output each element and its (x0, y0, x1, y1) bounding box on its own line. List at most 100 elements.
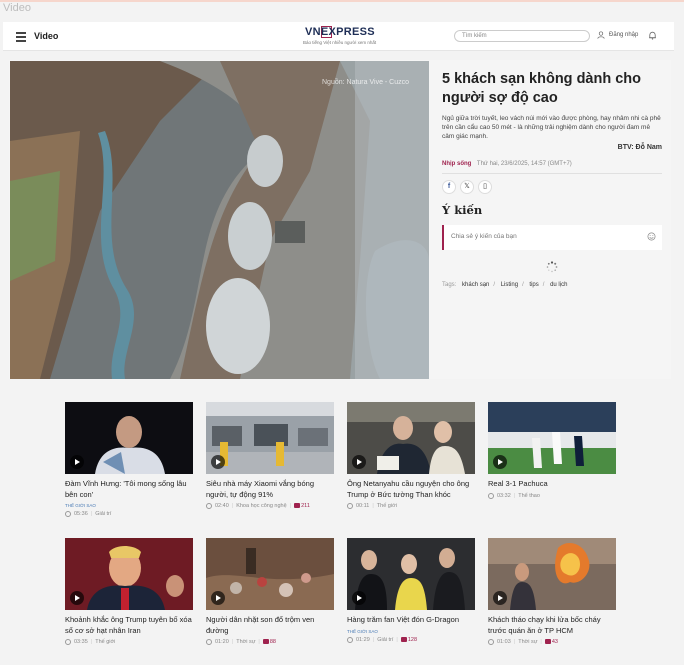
tag-link[interactable]: tips (529, 282, 538, 288)
video-title[interactable]: Siêu nhà máy Xiaomi vắng bóng người, tự … (206, 479, 334, 500)
article-timestamp: Thứ hai, 23/6/2025, 14:57 (GMT+7) (476, 161, 572, 167)
x-twitter-icon[interactable]: 𝕏 (460, 180, 474, 194)
video-title[interactable]: Đàm Vĩnh Hưng: 'Tôi mong sống lâu bên co… (65, 479, 193, 500)
share-buttons: f 𝕏 ▯ (442, 180, 662, 194)
video-thumbnail[interactable] (347, 402, 475, 474)
login-link[interactable]: Đăng nhập (609, 32, 638, 38)
play-icon[interactable] (493, 455, 507, 469)
tags-row: Tags: khách sạn / Listing / tips / du lịch (442, 282, 568, 288)
video-category[interactable]: Thế giới (95, 639, 115, 645)
video-title[interactable]: Khách tháo chạy khi lửa bốc cháy trước q… (488, 615, 616, 636)
video-category[interactable]: Giải trí (377, 637, 393, 643)
comment-input[interactable]: Chia sẻ ý kiến của bạn (442, 225, 662, 250)
video-category[interactable]: Giải trí (95, 511, 111, 517)
video-title[interactable]: Hàng trăm fan Việt đón G-Dragon (347, 615, 475, 626)
video-card[interactable]: Người dân nhặt son đổ trộm ven đường 01:… (206, 538, 334, 645)
article-meta: Nhịp sống Thứ hai, 23/6/2025, 14:57 (GMT… (442, 161, 662, 174)
video-badge[interactable]: Thế giới sao (65, 503, 193, 508)
article-description: Ngủ giữa trời tuyết, leo vách núi mới và… (442, 115, 661, 140)
video-title[interactable]: Ông Netanyahu cầu nguyện cho ông Trump ở… (347, 479, 475, 500)
video-meta: 01:03 | Thời sự | 43 (488, 639, 616, 645)
video-card[interactable]: Ông Netanyahu cầu nguyện cho ông Trump ở… (347, 402, 475, 509)
video-thumbnail[interactable] (488, 402, 616, 474)
comment-count[interactable]: 211 (294, 503, 310, 509)
bookmark-icon[interactable]: ▯ (478, 180, 492, 194)
bell-icon[interactable] (648, 31, 657, 40)
comment-icon (294, 503, 301, 509)
logo[interactable]: VNEXPRESS Báo tiếng Việt nhiều người xem… (299, 25, 383, 49)
tag-link[interactable]: Listing (501, 282, 518, 288)
facebook-icon[interactable]: f (442, 180, 456, 194)
tag-link[interactable]: du lịch (550, 282, 567, 288)
clock-icon (347, 503, 353, 509)
video-meta: 00:11 | Thế giới (347, 503, 475, 509)
video-card[interactable]: Real 3-1 Pachuca 03:32 | Thể thao (488, 402, 616, 499)
clock-icon (206, 639, 212, 645)
video-thumbnail[interactable] (206, 402, 334, 474)
site-header: Video VNEXPRESS Báo tiếng Việt nhiều ngư… (3, 22, 674, 51)
video-duration: 01:29 (356, 636, 370, 643)
clock-icon (65, 511, 71, 517)
article-category[interactable]: Nhịp sống (442, 161, 471, 167)
page-label: Video (3, 2, 31, 14)
video-card[interactable]: Siêu nhà máy Xiaomi vắng bóng người, tự … (206, 402, 334, 509)
video-category[interactable]: Thể thao (518, 493, 540, 499)
video-meta: 01:29 | Giải trí | 128 (347, 636, 475, 643)
video-meta: 01:20 | Thời sự | 88 (206, 639, 334, 645)
video-thumbnail[interactable] (488, 538, 616, 610)
video-card[interactable]: Hàng trăm fan Việt đón G-Dragon Thế giới… (347, 538, 475, 643)
play-icon[interactable] (352, 455, 366, 469)
play-icon[interactable] (211, 455, 225, 469)
video-player[interactable]: Nguồn: Natura Vive - Cuzco (10, 61, 429, 379)
video-duration: 02:40 (215, 503, 229, 509)
comments-title: Ý kiến (442, 203, 483, 217)
video-card[interactable]: Khách tháo chạy khi lửa bốc cháy trước q… (488, 538, 616, 645)
comment-count[interactable]: 88 (262, 639, 276, 645)
menu-icon[interactable] (16, 32, 26, 44)
tag-link[interactable]: khách sạn (462, 282, 489, 288)
section-title[interactable]: Video (34, 31, 58, 41)
video-title[interactable]: Người dân nhặt son đổ trộm ven đường (206, 615, 334, 636)
clock-icon (206, 503, 212, 509)
video-category[interactable]: Thế giới (377, 503, 397, 509)
play-icon[interactable] (70, 591, 84, 605)
article-title: 5 khách sạn không dành cho người sợ độ c… (442, 71, 642, 106)
video-category[interactable]: Thời sự (518, 639, 537, 645)
video-thumbnail[interactable] (347, 538, 475, 610)
video-thumbnail[interactable] (65, 402, 193, 474)
video-duration: 00:11 (356, 503, 370, 509)
tags-label: Tags: (442, 282, 457, 288)
article-author: BTV: Đỗ Nam (617, 144, 662, 151)
video-source-credit: Nguồn: Natura Vive - Cuzco (322, 79, 410, 86)
play-icon[interactable] (493, 591, 507, 605)
video-meta: 03:32 | Thể thao (488, 492, 616, 499)
video-card[interactable]: Khoảnh khắc ông Trump tuyên bố xóa sổ cơ… (65, 538, 193, 645)
video-card[interactable]: Đàm Vĩnh Hưng: 'Tôi mong sống lâu bên co… (65, 402, 193, 517)
top-strip (0, 0, 684, 2)
video-meta: 03:35 | Thế giới (65, 639, 193, 645)
comment-icon (544, 639, 551, 645)
comment-count[interactable]: 128 (400, 637, 417, 643)
video-category[interactable]: Thời sự (236, 639, 255, 645)
clock-icon (65, 639, 71, 645)
clock-icon (488, 492, 494, 499)
play-icon[interactable] (70, 455, 84, 469)
video-thumbnail[interactable] (206, 538, 334, 610)
video-category[interactable]: Khoa học công nghệ (236, 503, 286, 509)
video-thumbnail[interactable] (65, 538, 193, 610)
loading-spinner-icon (546, 261, 558, 273)
search-input[interactable]: Tìm kiếm (454, 30, 590, 42)
video-duration: 01:20 (215, 639, 229, 645)
play-icon[interactable] (352, 591, 366, 605)
logo-tagline: Báo tiếng Việt nhiều người xem nhất (303, 40, 377, 45)
video-title[interactable]: Khoảnh khắc ông Trump tuyên bố xóa sổ cơ… (65, 615, 193, 636)
play-icon[interactable] (211, 591, 225, 605)
user-icon[interactable] (597, 31, 605, 39)
video-title[interactable]: Real 3-1 Pachuca (488, 479, 616, 490)
emoji-icon[interactable] (647, 232, 656, 241)
comment-count[interactable]: 43 (544, 639, 558, 645)
logo-text: VNEXPRESS (305, 26, 375, 38)
clock-icon (347, 636, 353, 643)
clock-icon (488, 639, 494, 645)
video-badge[interactable]: Thế giới sao (347, 629, 475, 634)
